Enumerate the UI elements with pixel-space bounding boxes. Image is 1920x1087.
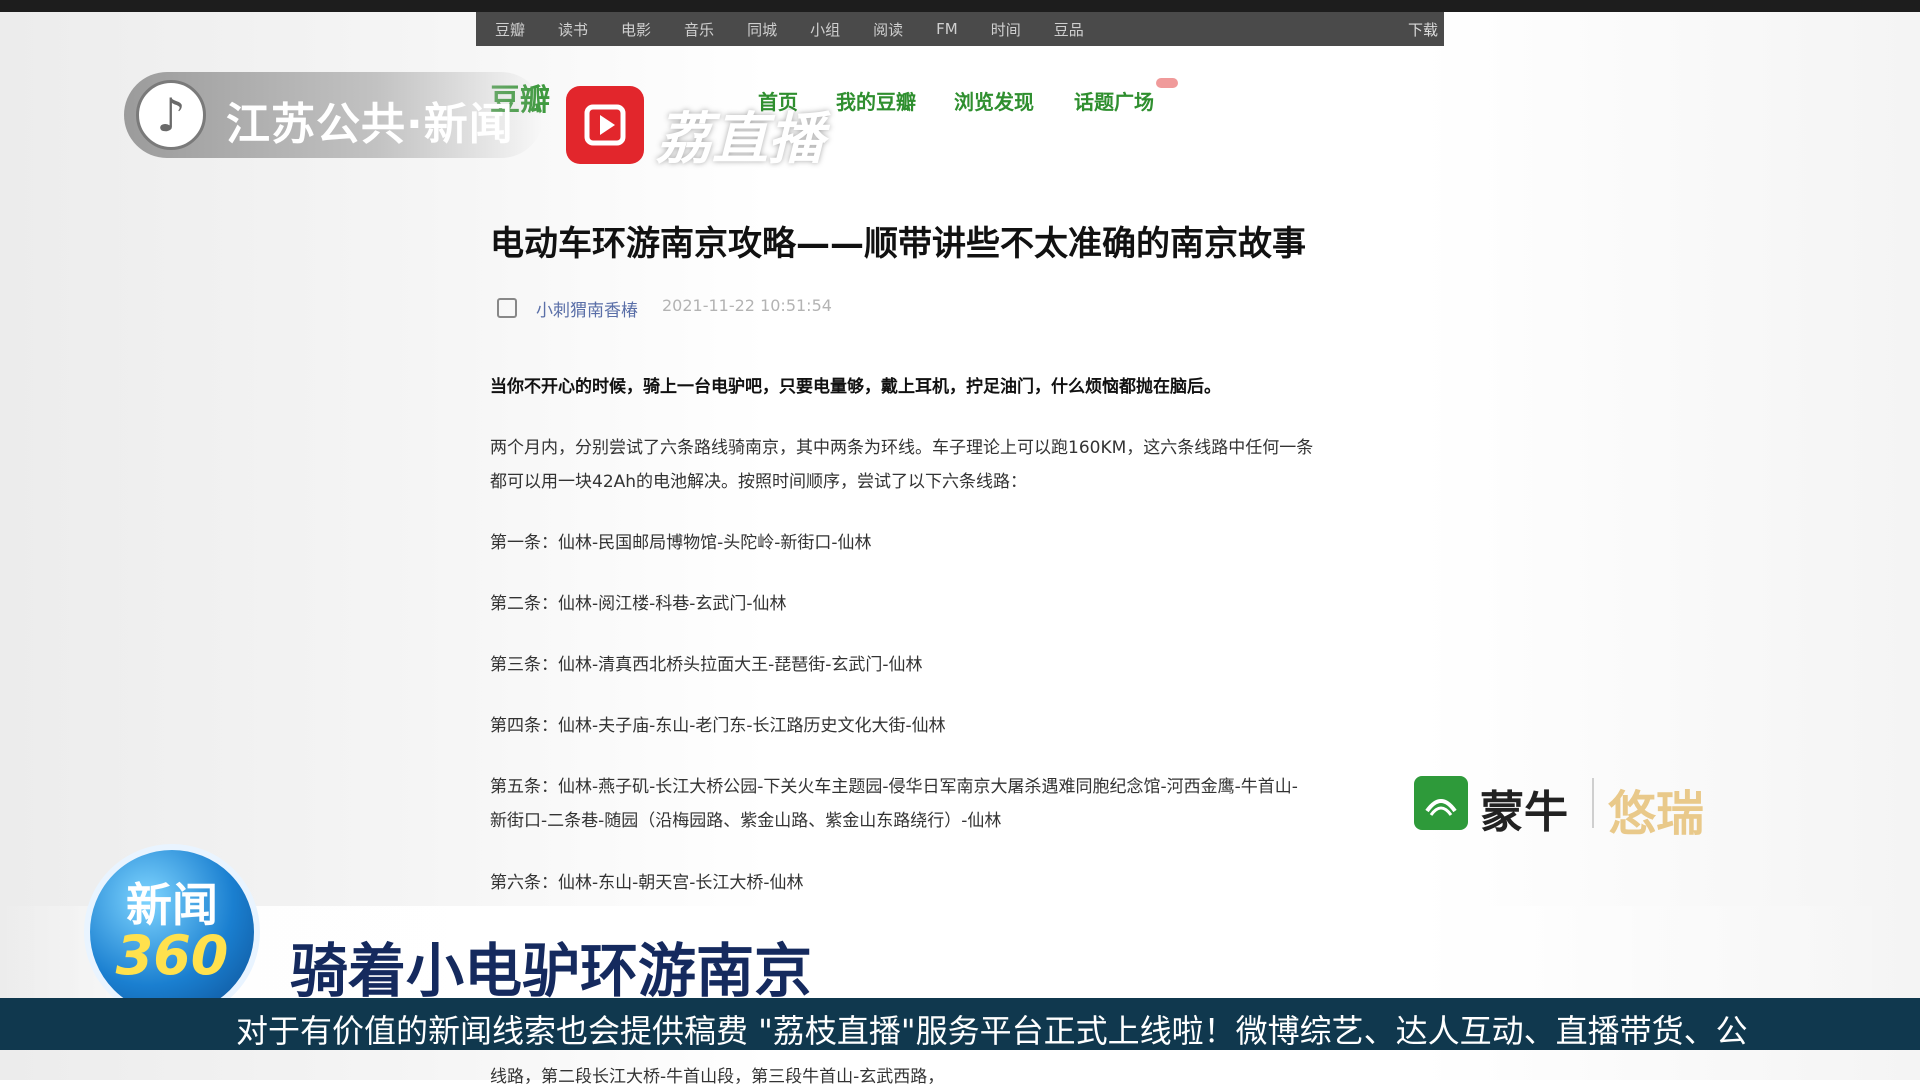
channel-name: 江苏公共·新闻 bbox=[226, 99, 514, 150]
ticker-text: 对于有价值的新闻线索也会提供稿费 "荔枝直播"服务平台正式上线啦！微博综艺、达人… bbox=[236, 1012, 1748, 1050]
caption-background bbox=[0, 906, 1920, 998]
route-item: 第三条：仙林-清真西北桥头拉面大王-琵琶街-玄武门-仙林 bbox=[490, 655, 923, 675]
play-icon bbox=[566, 86, 644, 164]
author-name[interactable]: 小刺猬南香椿 bbox=[536, 296, 638, 321]
route-item: 第二条：仙林-阅江楼-科巷-玄武门-仙林 bbox=[490, 594, 787, 614]
nav-local[interactable]: 同城 bbox=[747, 19, 777, 40]
news-ticker: 对于有价值的新闻线索也会提供稿费 "荔枝直播"服务平台正式上线啦！微博综艺、达人… bbox=[0, 998, 1920, 1050]
route-item: 第六条：仙林-东山-朝天宫-长江大桥-仙林 bbox=[490, 873, 804, 893]
nav-music[interactable]: 音乐 bbox=[684, 19, 714, 40]
menu-explore[interactable]: 浏览发现 bbox=[954, 86, 1034, 115]
nav-groups[interactable]: 小组 bbox=[810, 19, 840, 40]
route-item: 第四条：仙林-夫子庙-东山-老门东-长江路历史文化大街-仙林 bbox=[490, 716, 946, 736]
new-badge bbox=[1156, 78, 1178, 88]
program-logo-number: 360 bbox=[115, 924, 229, 987]
author-avatar[interactable] bbox=[497, 298, 517, 318]
article-paragraph-line: 都可以用一块42Ah的电池解决。按照时间顺序，尝试了以下六条线路： bbox=[490, 472, 1028, 492]
article-title: 电动车环游南京攻略——顺带讲些不太准确的南京故事 bbox=[490, 224, 1306, 264]
nav-read[interactable]: 阅读 bbox=[873, 19, 903, 40]
route-item: 第一条：仙林-民国邮局博物馆-头陀岭-新街口-仙林 bbox=[490, 533, 872, 553]
menu-my-douban[interactable]: 我的豆瓣 bbox=[836, 86, 916, 115]
article-intro: 当你不开心的时候，骑上一台电驴吧，只要电量够，戴上耳机，拧足油门，什么烦恼都抛在… bbox=[490, 377, 1221, 397]
nav-douban[interactable]: 豆瓣 bbox=[495, 19, 525, 40]
sponsor-product: 悠瑞 bbox=[1608, 786, 1705, 842]
site-top-nav: 豆瓣 读书 电影 音乐 同城 小组 阅读 FM 时间 豆品 下载 bbox=[476, 12, 1444, 46]
sponsor-name: 蒙牛 bbox=[1480, 787, 1568, 838]
nav-fm[interactable]: FM bbox=[936, 20, 958, 38]
program-logo-text: 新闻 bbox=[126, 878, 218, 932]
sponsor-logo-icon bbox=[1414, 776, 1468, 830]
nav-products[interactable]: 豆品 bbox=[1054, 19, 1084, 40]
nav-books[interactable]: 读书 bbox=[558, 19, 588, 40]
tv-frame: 豆瓣 读书 电影 音乐 同城 小组 阅读 FM 时间 豆品 下载 豆瓣 首页 我… bbox=[0, 0, 1920, 1087]
nav-time[interactable]: 时间 bbox=[991, 19, 1021, 40]
channel-icon: ♪ bbox=[136, 80, 206, 150]
live-app-name: 荔直播 bbox=[656, 107, 824, 172]
menu-topics[interactable]: 话题广场 bbox=[1074, 86, 1154, 115]
program-logo: 新闻 360 bbox=[84, 844, 260, 1020]
post-time: 2021-11-22 10:51:54 bbox=[662, 296, 832, 315]
route-item: 第五条：仙林-燕子矶-长江大桥公园-下关火车主题园-侵华日军南京大屠杀遇难同胞纪… bbox=[490, 777, 1298, 797]
nav-movies[interactable]: 电影 bbox=[621, 19, 651, 40]
top-shadow bbox=[0, 0, 1920, 12]
route-item: 新街口-二条巷-随园（沿梅园路、紫金山路、紫金山东路绕行）-仙林 bbox=[490, 811, 1002, 831]
sponsor-divider bbox=[1592, 778, 1594, 828]
article-partial-line: 线路，第二段长江大桥-牛首山段，第三段牛首山-玄武西路， bbox=[490, 1067, 945, 1087]
article-paragraph-line: 两个月内，分别尝试了六条路线骑南京，其中两条为环线。车子理论上可以跑160KM，… bbox=[490, 438, 1314, 458]
headline-caption: 骑着小电驴环游南京 bbox=[290, 937, 813, 1005]
nav-download[interactable]: 下载 bbox=[1408, 19, 1438, 40]
